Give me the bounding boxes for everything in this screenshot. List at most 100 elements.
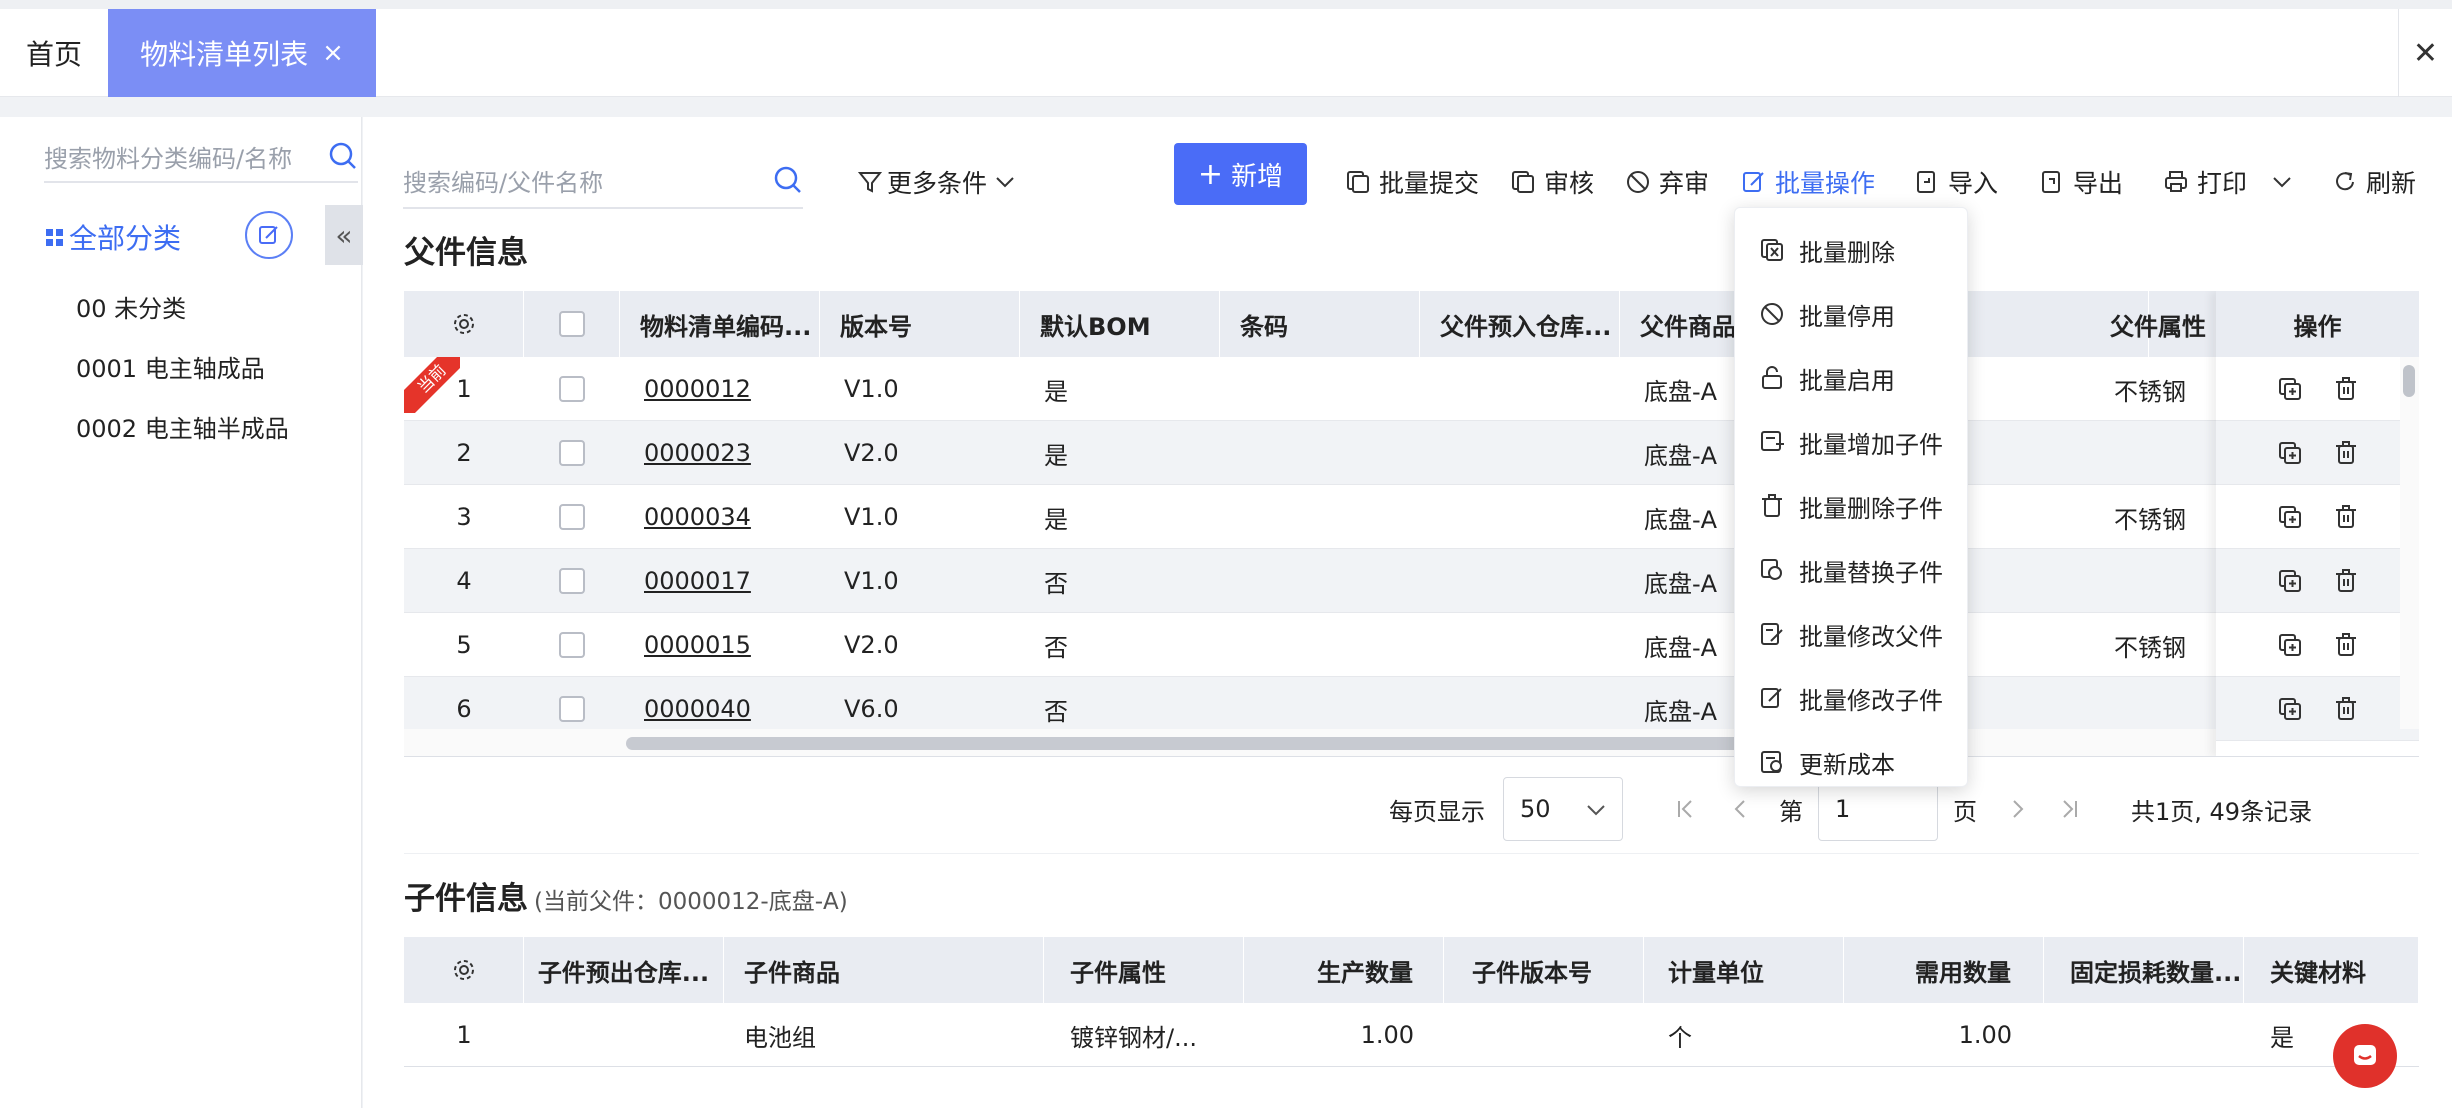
- new-button[interactable]: + 新增: [1174, 143, 1307, 205]
- select-all-header[interactable]: [524, 291, 620, 357]
- column-header[interactable]: 需用数量: [1844, 937, 2044, 1003]
- column-settings-header[interactable]: [404, 937, 524, 1003]
- column-header[interactable]: 条码: [1220, 291, 1420, 357]
- audit-button[interactable]: 审核: [1510, 157, 1594, 207]
- batch-submit-button[interactable]: 批量提交: [1345, 157, 1479, 207]
- edit-icon: [1743, 172, 1764, 192]
- row-checkbox-cell[interactable]: [524, 421, 620, 485]
- menu-item-batch-delete-child[interactable]: 批量删除子件: [1735, 474, 1969, 538]
- row-checkbox-cell[interactable]: [524, 485, 620, 549]
- table-row[interactable]: 5 0000015 V2.0 否 底盘-A 不锈钢: [404, 613, 2264, 677]
- column-header[interactable]: 子件属性: [1044, 937, 1244, 1003]
- edit-category-button[interactable]: [245, 211, 293, 259]
- select-all-checkbox[interactable]: [558, 311, 585, 337]
- row-checkbox[interactable]: [559, 504, 585, 530]
- bom-code-link[interactable]: 0000012: [644, 357, 751, 421]
- batch-operations-label: 批量操作: [1775, 169, 1876, 198]
- print-button[interactable]: 打印: [2163, 157, 2247, 207]
- next-page-button[interactable]: [2005, 777, 2031, 841]
- import-button[interactable]: 导入: [1914, 157, 1998, 207]
- table-row[interactable]: 3 0000034 V1.0 是 底盘-A 不锈钢: [404, 485, 2264, 549]
- tab-bar: 首页 物料清单列表 × ✕: [0, 9, 2452, 97]
- column-header[interactable]: 子件商品: [724, 937, 1044, 1003]
- column-header[interactable]: 固定损耗数量...: [2044, 937, 2244, 1003]
- import-label: 导入: [1948, 169, 1999, 198]
- vertical-scrollbar[interactable]: [2400, 357, 2419, 729]
- refresh-button[interactable]: 刷新: [2332, 157, 2416, 207]
- copy-icon[interactable]: [2277, 568, 2303, 594]
- abandon-audit-button[interactable]: 弃审: [1625, 157, 1709, 207]
- print-options-dropdown[interactable]: [2270, 157, 2302, 207]
- column-header[interactable]: 子件预出仓库...: [524, 937, 724, 1003]
- copy-icon[interactable]: [2277, 440, 2303, 466]
- tab-bom-list[interactable]: 物料清单列表 ×: [108, 9, 376, 97]
- chat-support-button[interactable]: [2333, 1024, 2397, 1088]
- row-checkbox[interactable]: [559, 568, 585, 594]
- copy-icon[interactable]: [2277, 376, 2303, 402]
- trash-icon[interactable]: [2333, 568, 2359, 594]
- vertical-scroll-thumb[interactable]: [2403, 365, 2415, 397]
- column-header[interactable]: 关键材料: [2244, 937, 2419, 1003]
- row-checkbox[interactable]: [559, 696, 585, 722]
- menu-item-batch-edit-child[interactable]: 批量修改子件: [1735, 666, 1969, 730]
- row-checkbox-cell[interactable]: [524, 613, 620, 677]
- export-button[interactable]: 导出: [2039, 157, 2123, 207]
- column-header[interactable]: 物料清单编码...: [620, 291, 820, 357]
- menu-item-batch-disable[interactable]: 批量停用: [1735, 282, 1969, 346]
- all-categories[interactable]: 全部分类: [46, 217, 181, 257]
- trash-icon[interactable]: [2333, 376, 2359, 402]
- per-page-select[interactable]: 50: [1503, 777, 1623, 841]
- menu-item-batch-replace-child[interactable]: 批量替换子件: [1735, 538, 1969, 602]
- row-checkbox-cell[interactable]: [524, 549, 620, 613]
- more-conditions-label: 更多条件: [887, 169, 988, 198]
- bom-code-link[interactable]: 0000034: [644, 485, 751, 549]
- table-row[interactable]: 4 0000017 V1.0 否 底盘-A: [404, 549, 2264, 613]
- trash-icon[interactable]: [2333, 504, 2359, 530]
- search-icon[interactable]: [328, 141, 358, 171]
- last-page-button[interactable]: [2056, 777, 2082, 841]
- column-header[interactable]: 默认BOM: [1020, 291, 1220, 357]
- table-row[interactable]: 2 0000023 V2.0 是 底盘-A: [404, 421, 2264, 485]
- menu-item-batch-add-child[interactable]: 批量增加子件: [1735, 410, 1969, 474]
- trash-icon[interactable]: [2333, 696, 2359, 722]
- column-header[interactable]: 父件预入仓库...: [1420, 291, 1620, 357]
- trash-icon[interactable]: [2333, 440, 2359, 466]
- category-item[interactable]: 0001 电主轴成品: [76, 349, 265, 384]
- menu-item-batch-edit-parent[interactable]: 批量修改父件: [1735, 602, 1969, 666]
- more-conditions-button[interactable]: 更多条件: [857, 157, 1017, 207]
- bom-code-link[interactable]: 0000023: [644, 421, 751, 485]
- per-page-label: 每页显示: [1389, 797, 1485, 826]
- column-settings-header[interactable]: [404, 291, 524, 357]
- column-header[interactable]: 计量单位: [1644, 937, 1844, 1003]
- batch-operations-button[interactable]: 批量操作: [1741, 157, 1875, 207]
- table-row[interactable]: 1 电池组 镀锌钢材/... 1.00 个 1.00 是: [404, 1003, 2419, 1067]
- copy-icon[interactable]: [2277, 632, 2303, 658]
- first-page-button[interactable]: [1673, 777, 1699, 841]
- close-all-tabs-button[interactable]: ✕: [2398, 9, 2452, 97]
- menu-item-batch-delete[interactable]: 批量删除: [1735, 218, 1969, 282]
- bom-code-link[interactable]: 0000017: [644, 549, 751, 613]
- trash-icon[interactable]: [2333, 632, 2359, 658]
- horizontal-scroll-thumb[interactable]: [626, 737, 1926, 750]
- bom-search-input[interactable]: 搜索编码/父件名称: [403, 153, 803, 209]
- category-item[interactable]: 00 未分类: [76, 289, 186, 324]
- column-header[interactable]: 子件版本号: [1444, 937, 1644, 1003]
- category-search-input[interactable]: 搜索物料分类编码/名称: [44, 131, 358, 183]
- row-checkbox[interactable]: [559, 632, 585, 658]
- close-icon[interactable]: ×: [322, 38, 344, 68]
- column-header[interactable]: 版本号: [820, 291, 1020, 357]
- row-checkbox[interactable]: [559, 376, 585, 402]
- menu-item-batch-enable[interactable]: 批量启用: [1735, 346, 1969, 410]
- tab-home[interactable]: 首页: [0, 9, 108, 97]
- search-icon[interactable]: [773, 165, 803, 195]
- table-row[interactable]: 1 0000012 V1.0 是 底盘-A 不锈钢: [404, 357, 2264, 421]
- row-checkbox[interactable]: [559, 440, 585, 466]
- copy-icon[interactable]: [2277, 504, 2303, 530]
- bom-code-link[interactable]: 0000015: [644, 613, 751, 677]
- copy-icon[interactable]: [2277, 696, 2303, 722]
- collapse-sidebar-button[interactable]: «: [325, 205, 363, 265]
- category-item[interactable]: 0002 电主轴半成品: [76, 409, 289, 444]
- row-checkbox-cell[interactable]: [524, 357, 620, 421]
- column-header[interactable]: 生产数量: [1244, 937, 1444, 1003]
- menu-item-update-cost[interactable]: 更新成本: [1735, 730, 1969, 794]
